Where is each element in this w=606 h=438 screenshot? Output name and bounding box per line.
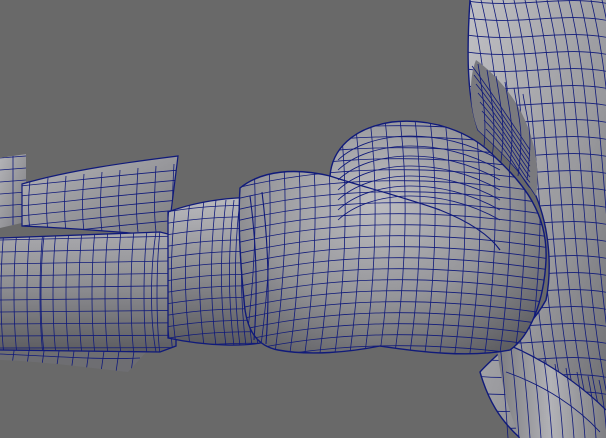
forearm-mesh[interactable] bbox=[0, 230, 180, 355]
viewport-canvas[interactable] bbox=[0, 0, 606, 438]
3d-viewport[interactable] bbox=[0, 0, 606, 438]
